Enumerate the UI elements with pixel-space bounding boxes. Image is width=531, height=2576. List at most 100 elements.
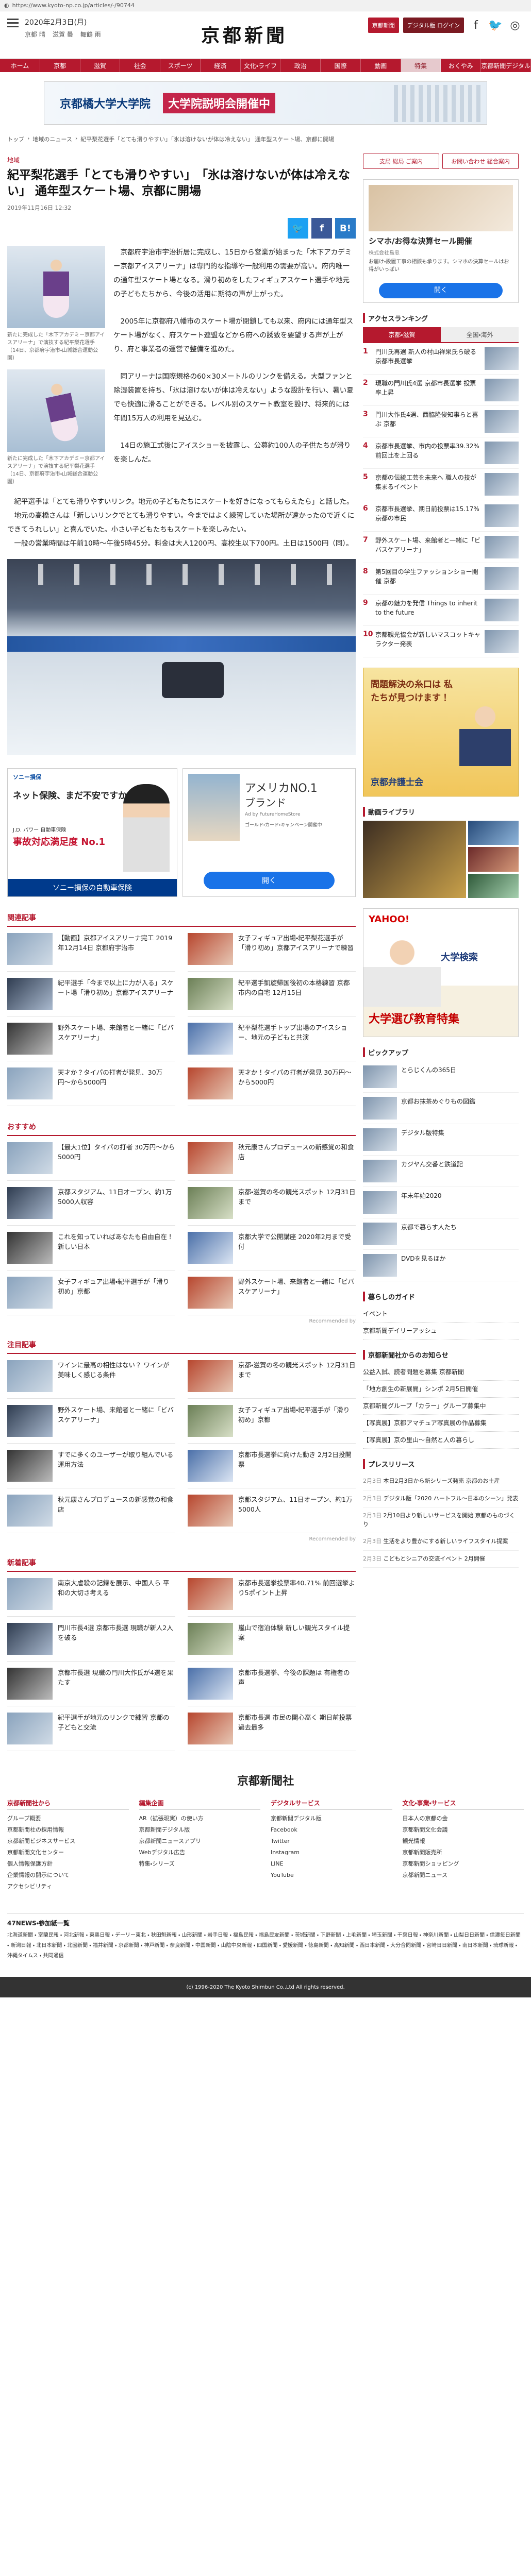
video-thumb[interactable] bbox=[468, 847, 519, 872]
list-item[interactable]: 京都大学で公開講座 2020年2月まで受付 bbox=[188, 1226, 356, 1271]
footer-link[interactable]: 観光情報 bbox=[403, 1836, 524, 1847]
sidebar-ad-open-button[interactable]: 開く bbox=[379, 283, 503, 298]
footer-link[interactable]: 日本人の京都の会 bbox=[403, 1813, 524, 1824]
press-item[interactable]: 2月3日 2月10日より新しいサービスを開始 京都のものづくり bbox=[363, 1507, 519, 1533]
footer-link[interactable]: 京都新聞販売所 bbox=[403, 1847, 524, 1858]
digital-login-button[interactable]: デジタル版 ログイン bbox=[403, 18, 464, 33]
list-item[interactable]: すでに多くのユーザーが取り組んでいる運用方法 bbox=[7, 1444, 175, 1489]
video-thumb-main[interactable] bbox=[363, 821, 466, 898]
nav-item[interactable]: スポーツ bbox=[160, 59, 201, 72]
company-news-item[interactable]: 【写真展】京の里山〜自然と人の暮らし bbox=[363, 1432, 519, 1449]
nav-item[interactable]: 国際 bbox=[321, 59, 361, 72]
footer-link[interactable]: 京都新聞デジタル版 bbox=[139, 1824, 261, 1836]
site-logo[interactable]: 京都新聞 bbox=[201, 21, 288, 47]
pickup-item[interactable]: カジヤん交番と鉄道記 bbox=[363, 1156, 519, 1187]
list-item[interactable]: 京都市長選挙に向けた動き 2月2日投開票 bbox=[188, 1444, 356, 1489]
kyodo-links[interactable]: 北海道新聞 ・ 室蘭民報 ・ 河北新報 ・ 東奥日報 ・ デーリー東北 ・ 秋田… bbox=[7, 1930, 524, 1961]
list-item[interactable]: 秋元康さんプロデュースの新感覚の和食店 bbox=[188, 1136, 356, 1181]
guide-link[interactable]: イベント bbox=[363, 1306, 519, 1323]
guide-link[interactable]: 京都新聞デイリーアッシュ bbox=[363, 1323, 519, 1340]
press-item[interactable]: 2月3日 本日2月3日から新シリーズ発売 京都のお土産 bbox=[363, 1473, 519, 1490]
ranking-item[interactable]: 3 門川大作氏4選、西脇隆俊知事らと喜ぶ 京都 bbox=[363, 406, 519, 437]
list-item[interactable]: 京都市長選 市民の関心高く 期日前投票過去最多 bbox=[188, 1706, 356, 1752]
nav-item[interactable]: ホーム bbox=[0, 59, 40, 72]
nav-item[interactable]: 滋賀 bbox=[80, 59, 121, 72]
footer-link[interactable]: 個人情報保護方針 bbox=[7, 1858, 129, 1870]
ranking-item[interactable]: 10 京都観光協会が新しいマスコットキャラクター発表 bbox=[363, 626, 519, 657]
list-item[interactable]: 京都スタジアム、11日オープン、約1万5000人収容 bbox=[7, 1181, 175, 1226]
footer-link[interactable]: Facebook bbox=[271, 1824, 392, 1836]
share-facebook-button[interactable]: f bbox=[311, 218, 332, 239]
list-item[interactable]: 野外スケート場、来館者と一緒に「ビバスケアリーナ」 bbox=[7, 1016, 175, 1062]
pickup-item[interactable]: 京都お抹茶めぐりもの図鑑 bbox=[363, 1093, 519, 1124]
list-item[interactable]: 門川市長4選 京都市長選 現職が新人2人を破る bbox=[7, 1617, 175, 1662]
kyoto-shimbun-button[interactable]: 京都新聞 bbox=[368, 18, 399, 33]
nav-item[interactable]: 京都 bbox=[40, 59, 80, 72]
ad-open-button[interactable]: 開く bbox=[204, 872, 335, 890]
list-item[interactable]: 女子フィギュア出場・紀平選手が「滑り初め」京都 bbox=[188, 1399, 356, 1444]
video-thumb[interactable] bbox=[468, 821, 519, 845]
list-item[interactable]: 京都市長選挙投票率40.71% 前回選挙より5ポイント上昇 bbox=[188, 1572, 356, 1617]
press-item[interactable]: 2月3日 デジタル版「2020 ハートフル〜日本のシーン」発表 bbox=[363, 1490, 519, 1507]
article-category[interactable]: 地域 bbox=[7, 156, 356, 164]
menu-icon[interactable] bbox=[7, 19, 19, 28]
footer-link[interactable]: 特集・シリーズ bbox=[139, 1858, 261, 1870]
nav-item[interactable]: 文化・ライフ bbox=[241, 59, 281, 72]
list-item[interactable]: 紀平選手凱旋帰国後初の本格練習 京都市内の自宅 12月15日 bbox=[188, 972, 356, 1017]
footer-link[interactable]: アクセシビリティ bbox=[7, 1881, 129, 1892]
footer-link[interactable]: 京都新聞ニュースアプリ bbox=[139, 1836, 261, 1847]
list-item[interactable]: 秋元康さんプロデュースの新感覚の和食店 bbox=[7, 1488, 175, 1534]
twitter-icon[interactable]: 🐦 bbox=[488, 18, 503, 33]
ranking-item[interactable]: 8 第5回目の学生ファッションショー開催 京都 bbox=[363, 563, 519, 595]
yahoo-ad[interactable]: YAHOO! 大学検索 大学選び教育特集 bbox=[363, 908, 519, 1037]
tab-national[interactable]: 全国・海外 bbox=[441, 327, 519, 342]
footer-link[interactable]: Webデジタル広告 bbox=[139, 1847, 261, 1858]
nav-item[interactable]: 政治 bbox=[280, 59, 321, 72]
lawyer-ad[interactable]: 問題解決の糸口は 私たちが見つけます！ 京都弁護士会 bbox=[363, 668, 519, 796]
footer-link[interactable]: 企業情報の開示について bbox=[7, 1870, 129, 1881]
ranking-item[interactable]: 9 京都の魅力を発信 Things to inherit to the futur… bbox=[363, 595, 519, 626]
list-item[interactable]: 野外スケート場、来館者と一緒に「ビバスケアリーナ」 bbox=[188, 1270, 356, 1316]
company-news-item[interactable]: 「地方創生の新展開」シンポ 2月5日開催 bbox=[363, 1381, 519, 1398]
nav-item[interactable]: 京都新聞デジタル bbox=[481, 59, 531, 72]
footer-link[interactable]: 京都新聞ショッピング bbox=[403, 1858, 524, 1870]
list-item[interactable]: 天才か！タイパの打者が発見 30万円〜から5000円 bbox=[188, 1061, 356, 1107]
nav-item[interactable]: 経済 bbox=[201, 59, 241, 72]
ranking-item[interactable]: 6 京都市長選挙、期日前投票は15.17% 京都の市民 bbox=[363, 500, 519, 532]
footer-link[interactable]: 京都新聞ビジネスサービス bbox=[7, 1836, 129, 1847]
pickup-item[interactable]: DVDを見るほか bbox=[363, 1250, 519, 1281]
list-item[interactable]: 京都市長選 現職の門川大作氏が4選を果たす bbox=[7, 1662, 175, 1707]
list-item[interactable]: 【動画】京都アイスアリーナ完工 2019年12月14日 京都府宇治市 bbox=[7, 927, 175, 972]
footer-link[interactable]: AR（拡張現実）の使い方 bbox=[139, 1813, 261, 1824]
video-thumb[interactable] bbox=[468, 873, 519, 898]
footer-link[interactable]: 京都新聞文化センター bbox=[7, 1847, 129, 1858]
ranking-item[interactable]: 1 門川氏再選 新人の村山祥栄氏ら破る 京都市長選挙 bbox=[363, 343, 519, 375]
pickup-item[interactable]: 年末年始2020 bbox=[363, 1187, 519, 1218]
list-item[interactable]: 女子フィギュア出場・紀平選手が「滑り初め」京都 bbox=[7, 1270, 175, 1316]
list-item[interactable]: 嵐山で宿泊体験 新しい観光スタイル提案 bbox=[188, 1617, 356, 1662]
nav-item[interactable]: 社会 bbox=[120, 59, 161, 72]
list-item[interactable]: 京都・滋賀の冬の観光スポット 12月31日まで bbox=[188, 1181, 356, 1226]
footer-link[interactable]: Twitter bbox=[271, 1836, 392, 1847]
footer-link[interactable]: Instagram bbox=[271, 1847, 392, 1858]
contact-link[interactable]: お問い合わせ 総合案内 bbox=[442, 154, 519, 169]
pickup-item[interactable]: 京都で暮らす人たち bbox=[363, 1218, 519, 1250]
nav-item[interactable]: 動画 bbox=[361, 59, 401, 72]
list-item[interactable]: 紀平選手「今まで以上に力が入る」スケート場「滑り初め」京都アイスアリーナ bbox=[7, 972, 175, 1017]
footer-link[interactable]: グループ概要 bbox=[7, 1813, 129, 1824]
list-item[interactable]: 京都・滋賀の冬の観光スポット 12月31日まで bbox=[188, 1354, 356, 1399]
share-twitter-button[interactable]: 🐦 bbox=[288, 218, 308, 239]
footer-link[interactable]: 京都新聞文化会議 bbox=[403, 1824, 524, 1836]
footer-link[interactable]: 京都新聞社の採用情報 bbox=[7, 1824, 129, 1836]
list-item[interactable]: これを知っていればあなたも自由自在！新しい日本 bbox=[7, 1226, 175, 1271]
browser-address-bar[interactable]: ◐ https://www.kyoto-np.co.jp/articles/-/… bbox=[0, 0, 531, 11]
facebook-icon[interactable]: f bbox=[468, 18, 484, 33]
press-item[interactable]: 2月3日 生活をより豊かにする新しいライフスタイル提案 bbox=[363, 1533, 519, 1551]
share-hatena-button[interactable]: B! bbox=[335, 218, 356, 239]
article-photo-2[interactable] bbox=[7, 369, 105, 452]
sony-insurance-ad[interactable]: ソニー損保 ネット保険、まだ不安ですか？ J.D. パワー 自動車保険 事故対応… bbox=[7, 768, 177, 897]
nav-item[interactable]: 特集 bbox=[401, 59, 441, 72]
list-item[interactable]: ワインに最高の相性はない？ ワインが美味しく感じる条件 bbox=[7, 1354, 175, 1399]
list-item[interactable]: 紀平選手が地元のリンクで練習 京都の子どもと交流 bbox=[7, 1706, 175, 1752]
ranking-item[interactable]: 7 野外スケート場、来館者と一緒に「ビバスケアリーナ」 bbox=[363, 532, 519, 563]
